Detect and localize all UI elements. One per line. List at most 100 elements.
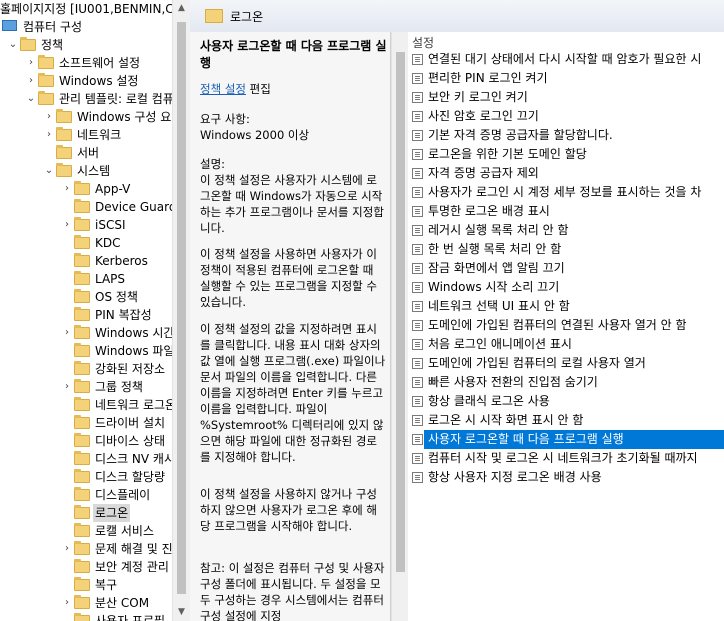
tree-item[interactable]: PIN 복잡성 xyxy=(0,306,172,324)
scrollbar-thumb[interactable] xyxy=(177,22,186,594)
setting-row[interactable]: Windows 시작 소리 끄기 xyxy=(408,278,724,297)
tree-item[interactable]: › App-V xyxy=(0,180,172,198)
setting-row[interactable]: 사용자가 로그인 시 계정 세부 정보를 표시하는 것을 차 xyxy=(408,183,724,202)
setting-row[interactable]: 도메인에 가입된 컴퓨터의 연결된 사용자 열거 안 함 xyxy=(408,316,724,335)
tree-item[interactable]: 디바이스 상태 xyxy=(0,432,172,450)
tree-scrollbar[interactable]: ▲ ▼ xyxy=(172,0,190,621)
setting-row[interactable]: 한 번 실행 목록 처리 안 함 xyxy=(408,240,724,259)
chevron-down-icon[interactable]: ⌄ xyxy=(44,162,54,180)
tree-item[interactable]: › 네트워크 xyxy=(0,126,172,144)
chevron-right-icon[interactable]: › xyxy=(62,216,72,234)
tree-item-label: 문제 해결 및 진 xyxy=(95,542,172,556)
tree-item-label: 복구 xyxy=(95,578,118,592)
tree-item[interactable]: LAPS xyxy=(0,270,172,288)
tree-item[interactable]: 네트워크 로그온 xyxy=(0,396,172,414)
policy-setting-icon xyxy=(412,54,423,65)
tree-item[interactable]: › 문제 해결 및 진 xyxy=(0,540,172,558)
setting-row[interactable]: 항상 사용자 지정 로그온 배경 사용 xyxy=(408,468,724,487)
setting-row[interactable]: 로그온 시 시작 화면 표시 안 함 xyxy=(408,411,724,430)
tree-item-label: 소프트웨어 설정 xyxy=(59,56,141,70)
tree-item[interactable]: ⌄ 관리 템플릿: 로컬 컴퓨 xyxy=(0,90,172,108)
tree-item[interactable]: › 분산 COM xyxy=(0,594,172,612)
tree-item[interactable]: › 소프트웨어 설정 xyxy=(0,54,172,72)
tree-item[interactable]: ⌄ 정책 xyxy=(0,36,172,54)
chevron-right-icon[interactable]: › xyxy=(44,126,54,144)
tree-item[interactable]: ⌄컴퓨터 구성 xyxy=(0,18,172,36)
tree-item[interactable]: Device Guard xyxy=(0,198,172,216)
chevron-right-icon[interactable]: › xyxy=(62,378,72,396)
folder-icon xyxy=(74,253,90,267)
tree-item[interactable]: ⌄ 시스템 xyxy=(0,162,172,180)
navigation-tree[interactable]: 홀페이지지정 [IU001,BENMIN,C ⌄컴퓨터 구성⌄정책›소프트웨어 … xyxy=(0,0,172,621)
setting-label: 한 번 실행 목록 처리 안 함 xyxy=(428,242,562,256)
folder-icon xyxy=(74,505,90,519)
folder-icon xyxy=(74,523,90,537)
scrollbar-thumb[interactable] xyxy=(396,52,405,572)
setting-row[interactable]: 잠금 화면에서 앱 알림 끄기 xyxy=(408,259,724,278)
tree-item[interactable]: 복구 xyxy=(0,576,172,594)
tree-item-label: 사용자 프로필 xyxy=(95,614,166,621)
tree-item-label: 그룹 정책 xyxy=(95,380,143,394)
description-paragraph: 이 정책 설정을 사용하지 않거나 구성하지 않으면 사용자가 로그온 후에 해… xyxy=(200,487,377,533)
chevron-right-icon[interactable]: › xyxy=(62,540,72,558)
folder-icon xyxy=(205,9,223,23)
chevron-right-icon[interactable]: › xyxy=(62,324,72,342)
setting-row[interactable]: 기본 자격 증명 공급자를 할당합니다. xyxy=(408,126,724,145)
tree-item[interactable]: KDC xyxy=(0,234,172,252)
tree-item[interactable]: › Windows 구성 요소 xyxy=(0,108,172,126)
chevron-down-icon[interactable]: ⌄ xyxy=(8,36,18,54)
chevron-right-icon[interactable]: › xyxy=(44,108,54,126)
tree-item[interactable]: 로그온 xyxy=(0,504,172,522)
tree-item[interactable]: Kerberos xyxy=(0,252,172,270)
chevron-right-icon[interactable]: › xyxy=(62,180,72,198)
tree-item[interactable]: › Windows 시간 xyxy=(0,324,172,342)
description-scrollbar[interactable] xyxy=(391,32,409,621)
tree-item[interactable]: › iSCSI xyxy=(0,216,172,234)
setting-label: 사용자가 로그인 시 계정 세부 정보를 표시하는 것을 차 xyxy=(428,185,702,199)
scroll-down-icon[interactable]: ▼ xyxy=(173,604,190,621)
setting-row[interactable]: 도메인에 가입된 컴퓨터의 로컬 사용자 열거 xyxy=(408,354,724,373)
setting-row[interactable]: 편리한 PIN 로그인 켜기 xyxy=(408,69,724,88)
tree-item[interactable]: 로캘 서비스 xyxy=(0,522,172,540)
chevron-down-icon[interactable]: ⌄ xyxy=(26,90,36,108)
tree-item[interactable]: Windows 파일 xyxy=(0,342,172,360)
description-paragraph: 이 정책 설정의 값을 지정하려면 표시를 클릭합니다. 내용 표시 대화 상자… xyxy=(200,322,386,464)
tree-item[interactable]: › 그룹 정책 xyxy=(0,378,172,396)
setting-row[interactable]: 보안 키 로그인 켜기 xyxy=(408,88,724,107)
setting-row[interactable]: 로그온을 위한 기본 도메인 할당 xyxy=(408,145,724,164)
tree-item[interactable]: 디스플레이 xyxy=(0,486,172,504)
setting-row[interactable]: 네트워크 선택 UI 표시 안 함 xyxy=(408,297,724,316)
setting-row[interactable]: 컴퓨터 시작 및 로그온 시 네트워크가 초기화될 때까지 xyxy=(408,449,724,468)
folder-icon xyxy=(74,559,90,573)
scroll-up-icon[interactable]: ▲ xyxy=(173,0,190,17)
policy-setting-icon xyxy=(412,434,423,445)
tree-item[interactable]: 강화된 저장소 xyxy=(0,360,172,378)
tree-item[interactable]: 보안 계정 관리 xyxy=(0,558,172,576)
setting-label: 항상 사용자 지정 로그온 배경 사용 xyxy=(428,470,602,484)
setting-row[interactable]: 투명한 로그온 배경 표시 xyxy=(408,202,724,221)
folder-icon xyxy=(56,127,72,141)
setting-row[interactable]: 연결된 대기 상태에서 다시 시작할 때 암호가 필요한 시 xyxy=(408,50,724,69)
policy-setting-icon xyxy=(412,130,423,141)
tree-item[interactable]: 드라이버 설치 xyxy=(0,414,172,432)
tree-item[interactable]: 서버 xyxy=(0,144,172,162)
setting-row[interactable]: 레거시 실행 목록 처리 안 함 xyxy=(408,221,724,240)
settings-list[interactable]: 설정 연결된 대기 상태에서 다시 시작할 때 암호가 필요한 시 편리한 PIN… xyxy=(408,32,724,621)
column-header-settings[interactable]: 설정 xyxy=(412,34,434,51)
setting-label: 로그온 시 시작 화면 표시 안 함 xyxy=(428,413,584,427)
setting-row[interactable]: 항상 클래식 로그온 사용 xyxy=(408,392,724,411)
chevron-right-icon[interactable]: › xyxy=(26,72,36,90)
setting-row[interactable]: 사용자 로그온할 때 다음 프로그램 실행 xyxy=(408,430,724,449)
tree-item[interactable]: OS 정책 xyxy=(0,288,172,306)
tree-item[interactable]: › Windows 설정 xyxy=(0,72,172,90)
chevron-right-icon[interactable]: › xyxy=(26,54,36,72)
setting-row[interactable]: 사진 암호 로그인 끄기 xyxy=(408,107,724,126)
tree-item[interactable]: 디스크 할당량 xyxy=(0,468,172,486)
setting-row[interactable]: 자격 증명 공급자 제외 xyxy=(408,164,724,183)
setting-row[interactable]: 빠른 사용자 전환의 진입점 숨기기 xyxy=(408,373,724,392)
edit-policy-link[interactable]: 정책 설정 xyxy=(200,82,246,96)
setting-row[interactable]: 처음 로그인 애니메이션 표시 xyxy=(408,335,724,354)
tree-item[interactable]: 디스크 NV 캐시 xyxy=(0,450,172,468)
tree-item[interactable]: 사용자 프로필 xyxy=(0,612,172,621)
chevron-right-icon[interactable]: › xyxy=(62,594,72,612)
